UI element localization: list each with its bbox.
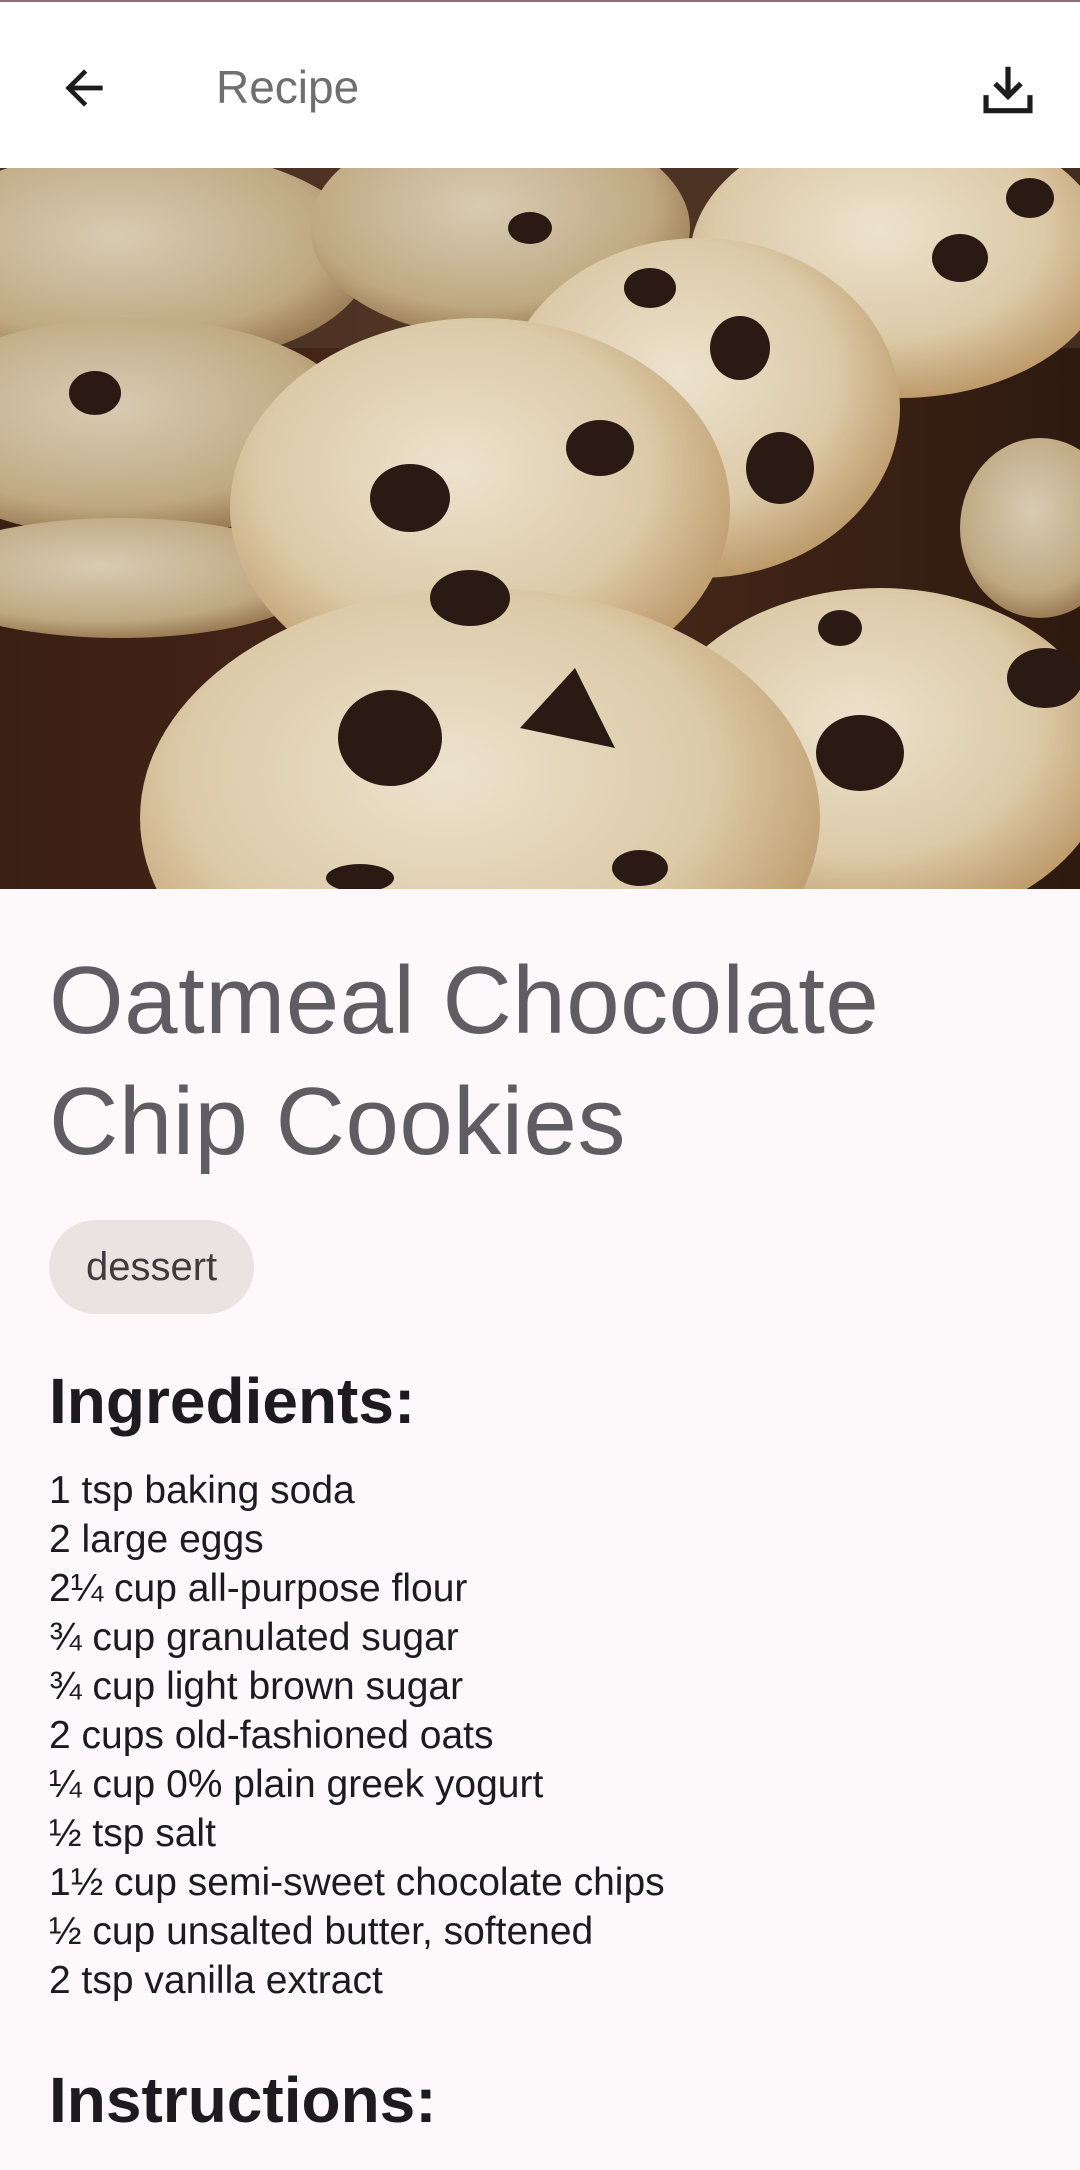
ingredient-item: ¼ cup 0% plain greek yogurt [49, 1763, 544, 1806]
ingredient-list: 1 tsp baking soda 2 large eggs 2¼ cup al… [49, 1466, 1039, 2005]
ingredient-item: 2 large eggs [49, 1518, 264, 1561]
download-icon [983, 66, 1033, 114]
tag-chip-dessert[interactable]: dessert [49, 1220, 255, 1314]
ingredient-item: ¾ cup light brown sugar [49, 1665, 464, 1708]
ingredient-item: 2¼ cup all-purpose flour [49, 1567, 468, 1610]
ingredient-item: 1 tsp baking soda [49, 1469, 355, 1512]
recipe-title: Oatmeal Chocolate Chip Cookies [49, 947, 880, 1175]
cookies-photo [0, 168, 1080, 889]
recipe-content: Oatmeal Chocolate Chip Cookies dessert I… [49, 940, 1039, 2137]
ingredient-item: ½ cup unsalted butter, softened [49, 1910, 594, 1953]
app-bar: Recipe [0, 2, 1080, 168]
ingredient-item: ¾ cup granulated sugar [49, 1616, 459, 1659]
recipe-hero-image [0, 168, 1080, 889]
ingredient-item: 1½ cup semi-sweet chocolate chips [49, 1861, 665, 1904]
app-title: Recipe [216, 61, 360, 113]
ingredient-item: 2 tsp vanilla extract [49, 1959, 383, 2002]
instructions-heading: Instructions: [49, 2064, 437, 2136]
ingredient-item: ½ tsp salt [49, 1812, 216, 1855]
ingredient-item: 2 cups old-fashioned oats [49, 1714, 494, 1757]
arrow-left-icon [65, 69, 103, 107]
back-button[interactable] [44, 48, 124, 128]
download-button[interactable] [966, 48, 1050, 132]
ingredients-heading: Ingredients: [49, 1365, 416, 1437]
